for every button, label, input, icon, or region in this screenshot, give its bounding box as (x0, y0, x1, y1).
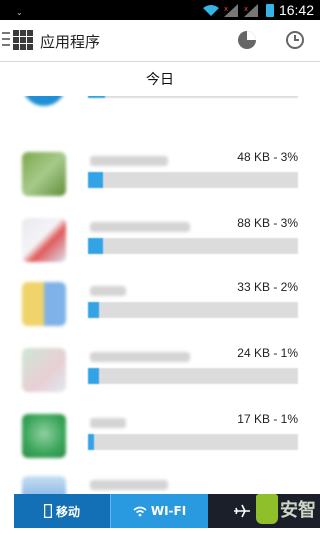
wifi-signal-icon (203, 5, 219, 16)
drawer-menu-icon[interactable] (2, 32, 10, 48)
apps-grid-icon[interactable] (13, 30, 33, 50)
clock-icon[interactable] (284, 29, 306, 51)
usage-bar (88, 368, 298, 384)
app-icon (22, 348, 66, 392)
app-usage-size: 17 KB - 1% (237, 412, 298, 426)
usage-bar (88, 172, 298, 188)
pie-chart-icon[interactable] (236, 29, 258, 51)
list-item[interactable] (0, 96, 320, 124)
phone-icon (43, 504, 52, 518)
app-icon (22, 218, 66, 262)
app-name-blurred (90, 352, 190, 362)
usage-bar-fill (88, 96, 105, 98)
usage-bar (88, 238, 298, 254)
app-icon (22, 96, 66, 106)
list-item[interactable]: 88 KB - 3% (0, 214, 320, 280)
tab-airplane[interactable]: 安智 (208, 494, 320, 528)
wifi-icon (133, 506, 147, 516)
list-item[interactable] (0, 472, 320, 494)
app-name-blurred (90, 480, 168, 490)
airplane-icon (234, 504, 250, 518)
app-usage-size: 48 KB - 3% (237, 150, 298, 164)
svg-text:x: x (244, 5, 248, 13)
network-filter-bar: 移动 WI-FI 安智 (14, 494, 320, 528)
app-name-blurred (90, 286, 126, 296)
notification-icon: ⌄ (16, 8, 23, 17)
mobile-signal-2-icon: x (244, 4, 258, 17)
app-icon (22, 476, 66, 494)
section-title-today: 今日 (146, 72, 174, 88)
tab-wifi[interactable]: WI-FI (110, 494, 208, 528)
app-name-blurred (90, 222, 190, 232)
watermark-text: 安智 (280, 500, 316, 521)
watermark-logo-icon (256, 494, 278, 524)
svg-text:x: x (224, 5, 228, 13)
app-usage-size: 33 KB - 2% (237, 280, 298, 294)
usage-bar-fill (88, 368, 99, 384)
status-bar: ⌄ x x 16:42 (0, 0, 320, 20)
battery-icon (266, 4, 274, 17)
page-title: 应用程序 (40, 33, 101, 51)
list-item[interactable]: 17 KB - 1% (0, 410, 320, 476)
usage-bar-fill (88, 302, 99, 318)
usage-bar (88, 302, 298, 318)
app-name-blurred (90, 418, 126, 428)
app-usage-size: 24 KB - 1% (237, 346, 298, 360)
list-item[interactable]: 24 KB - 1% (0, 344, 320, 410)
usage-bar-fill (88, 238, 103, 254)
usage-bar-fill (88, 434, 95, 450)
mobile-signal-icon: x (224, 4, 238, 17)
tab-mobile[interactable]: 移动 (14, 494, 110, 528)
app-icon (22, 414, 66, 458)
app-name-blurred (90, 156, 168, 166)
action-bar: 应用程序 (0, 20, 320, 62)
list-item[interactable]: 48 KB - 3% (0, 148, 320, 214)
app-usage-list: 48 KB - 3% 88 KB - 3% 33 KB - 2% 24 KB -… (0, 96, 320, 494)
app-icon (22, 282, 66, 326)
app-icon (22, 152, 66, 196)
usage-bar (88, 96, 298, 98)
tab-wifi-label: WI-FI (150, 504, 187, 518)
usage-bar (88, 434, 298, 450)
list-item[interactable]: 33 KB - 2% (0, 278, 320, 344)
usage-bar-fill (88, 172, 103, 188)
app-usage-size: 88 KB - 3% (237, 216, 298, 230)
clock-time: 16:42 (278, 2, 314, 18)
tab-mobile-label: 移动 (55, 504, 80, 519)
